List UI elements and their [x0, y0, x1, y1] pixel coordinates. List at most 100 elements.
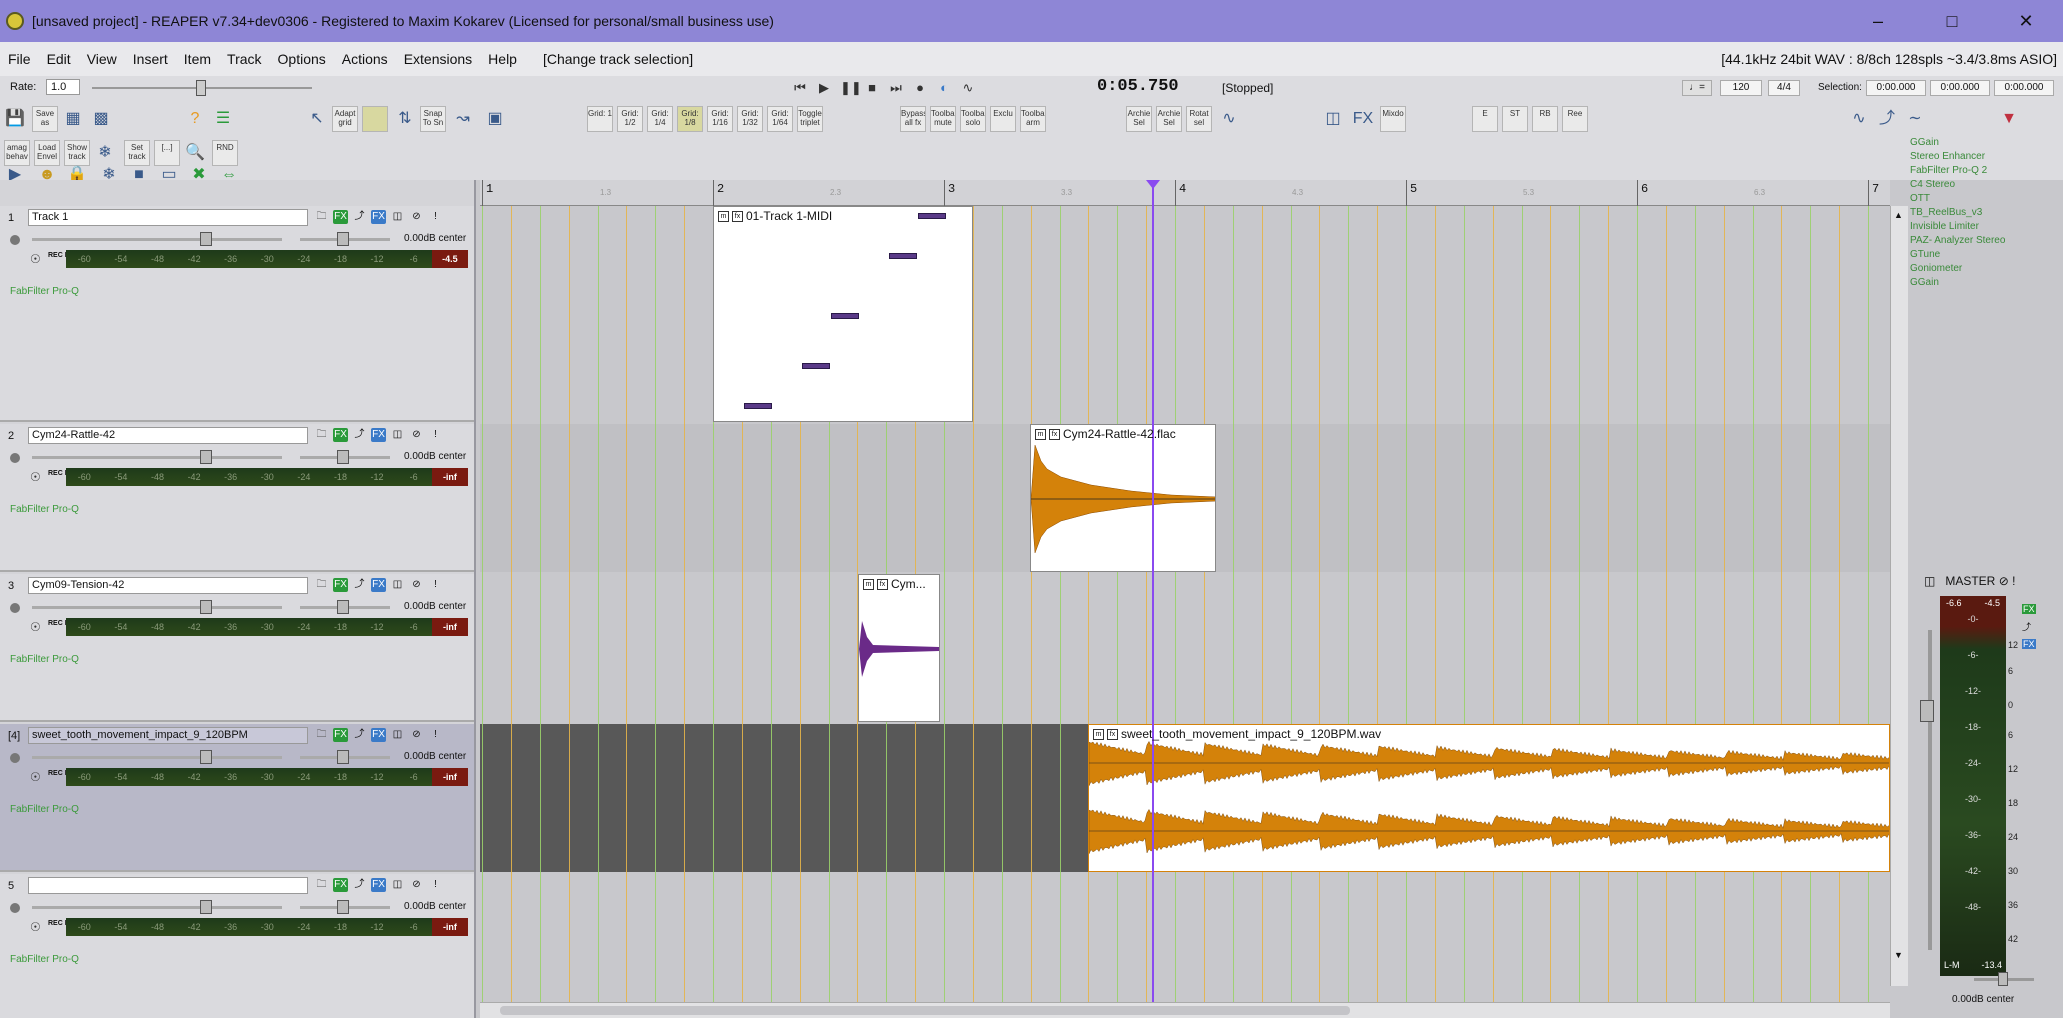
archie-sel-2-button[interactable]: Archie Sel [1156, 106, 1182, 132]
audio-item-sweet-tooth[interactable]: m fx sweet_tooth_movement_impact_9_120BPM.… [1088, 724, 1890, 872]
envelope-icon[interactable]: ⤴ [352, 878, 367, 892]
menu-view[interactable]: View [79, 51, 125, 67]
render-icon[interactable]: ▩ [90, 108, 112, 130]
midi-note[interactable] [802, 363, 830, 369]
fx-item[interactable]: C4 Stereo [1910, 178, 2060, 192]
item-fx-icon[interactable]: fx [877, 578, 888, 590]
item-menu-icon[interactable]: m [863, 578, 874, 590]
alert-icon[interactable]: ! [428, 428, 443, 442]
fx-item[interactable]: PAZ- Analyzer Stereo [1910, 234, 2060, 248]
volume-thumb[interactable] [200, 750, 212, 764]
random-button[interactable]: RND [212, 140, 238, 166]
rate-input[interactable]: 1.0 [46, 79, 80, 95]
menu-extensions[interactable]: Extensions [396, 51, 480, 67]
item-menu-icon[interactable]: m [718, 210, 729, 222]
fx-item[interactable]: GGain [1910, 136, 2060, 150]
phase-icon[interactable]: ⊘ [409, 428, 424, 442]
grid-quarter-button[interactable]: Grid: 1/4 [647, 106, 673, 132]
scroll-thumb[interactable] [500, 1006, 1350, 1015]
minimize-icon[interactable]: – [1841, 0, 1915, 42]
menu-insert[interactable]: Insert [125, 51, 176, 67]
timesig-field[interactable]: 4/4 [1768, 80, 1800, 96]
scroll-down-icon[interactable]: ▼ [1894, 950, 1903, 960]
phase-icon[interactable]: ⊘ [409, 578, 424, 592]
snowflake-icon[interactable]: ❄ [94, 142, 116, 164]
pan-thumb[interactable] [337, 232, 349, 246]
alert-icon[interactable]: ! [428, 728, 443, 742]
midi-item[interactable]: m fx 01-Track 1-MIDI [713, 206, 973, 422]
fx-icon[interactable]: FX [333, 428, 348, 442]
volume-thumb[interactable] [200, 232, 212, 246]
item-menu-icon[interactable]: m [1035, 428, 1046, 440]
record-arm-button[interactable] [10, 453, 20, 463]
mixdown-button[interactable]: Mixdo [1380, 106, 1406, 132]
io-icon[interactable]: ◫ [390, 878, 405, 892]
selection-end[interactable]: 0:00.000 [1930, 80, 1990, 96]
item-menu-icon[interactable]: m [1093, 728, 1104, 740]
alert-icon[interactable]: ! [428, 578, 443, 592]
track-name-field[interactable]: Track 1 [28, 209, 308, 226]
maximize-icon[interactable]: □ [1915, 0, 1989, 42]
fx-icon[interactable]: FX [333, 210, 348, 224]
monitor-icon[interactable]: ☉ [30, 920, 41, 934]
monitor-icon[interactable]: ☉ [30, 770, 41, 784]
lane-track-5[interactable] [480, 874, 1890, 1002]
envelope-icon[interactable]: ⤴ [1876, 108, 1898, 130]
volume-slider[interactable] [32, 606, 282, 609]
envelope-icon[interactable]: ⤴ [352, 428, 367, 442]
snap-button[interactable]: Snap To Sn [420, 106, 446, 132]
lane-track-1[interactable] [480, 206, 1890, 422]
routing-icon[interactable]: ◫ [1322, 108, 1344, 130]
tuner-icon[interactable]: ▼ [1998, 108, 2020, 130]
menu-item[interactable]: Item [176, 51, 219, 67]
volume-thumb[interactable] [200, 450, 212, 464]
lane-track-3[interactable] [480, 574, 1890, 722]
rate-slider-thumb[interactable] [196, 80, 206, 96]
save-icon[interactable]: 💾 [4, 108, 26, 130]
track-3[interactable]: 3 Cym09-Tension-42 🗀 FX ⤴ FX ◫ ⊘! 0.00dB cent… [0, 574, 474, 722]
master-fx-icon[interactable]: FX [2022, 604, 2036, 614]
track-fx-name[interactable]: FabFilter Pro-Q [10, 654, 79, 665]
audio-item-rattle[interactable]: m fx Cym24-Rattle-42.flac [1030, 424, 1216, 572]
timeline-ruler[interactable]: 1 1.3 2 2.3 3 3.3 4 4.3 5 5.3 6 6.3 7 [480, 180, 1890, 206]
grid-1-button[interactable]: Grid: 1 [587, 106, 613, 132]
pan-thumb[interactable] [337, 900, 349, 914]
pause-icon[interactable]: ❚❚ [840, 80, 862, 96]
menu-actions[interactable]: Actions [334, 51, 396, 67]
io-icon[interactable]: ◫ [390, 428, 405, 442]
save-as-button[interactable]: Save as [32, 106, 58, 132]
waveform-icon[interactable]: ∿ [1218, 108, 1240, 130]
go-to-end-icon[interactable]: ⏭ [888, 80, 904, 96]
vertical-scrollbar[interactable]: ▲ ▼ [1890, 206, 1908, 986]
analyzer-icon[interactable]: ∼ [1904, 108, 1926, 130]
record-arm-button[interactable] [10, 603, 20, 613]
scroll-up-icon[interactable]: ▲ [1894, 210, 1903, 220]
master-envelope-icon[interactable]: ⤴ [2022, 620, 2036, 633]
horizontal-scrollbar[interactable] [480, 1002, 1890, 1018]
fx-bypass-icon[interactable]: FX [371, 878, 386, 892]
folder-icon[interactable]: 🗀 [314, 210, 329, 224]
record-icon[interactable]: ● [912, 80, 928, 96]
menu-edit[interactable]: Edit [39, 51, 79, 67]
grid-32nd-button[interactable]: Grid: 1/32 [737, 106, 763, 132]
midi-note[interactable] [744, 403, 772, 409]
phase-icon[interactable]: ⊘ [409, 210, 424, 224]
bpm-field[interactable]: 120 [1720, 80, 1762, 96]
amag-button[interactable]: amag behav [4, 140, 30, 166]
help-icon[interactable]: ? [184, 108, 206, 130]
grid-toggle-button[interactable] [362, 106, 388, 132]
grid-half-button[interactable]: Grid: 1/2 [617, 106, 643, 132]
go-to-start-icon[interactable]: ⏮ [792, 80, 808, 96]
grid-64th-button[interactable]: Grid: 1/64 [767, 106, 793, 132]
play-icon[interactable]: ▶ [816, 80, 832, 96]
item-fx-icon[interactable]: fx [1107, 728, 1118, 740]
track-fx-name[interactable]: FabFilter Pro-Q [10, 804, 79, 815]
envelope-icon[interactable]: ⤴ [352, 728, 367, 742]
master-fx-bypass-icon[interactable]: FX [2022, 639, 2036, 649]
folder-icon[interactable]: 🗀 [314, 728, 329, 742]
monitor-icon[interactable]: ☉ [30, 620, 41, 634]
track-1[interactable]: 1 Track 1 🗀 FX ⤴ FX ◫ ⊘! 0.00dB center ☉ REC … [0, 206, 474, 422]
snap-settings-icon[interactable]: ↝ [452, 108, 474, 130]
close-icon[interactable]: ✕ [1989, 0, 2063, 42]
toolbar-solo-button[interactable]: Toolbar solo [960, 106, 986, 132]
